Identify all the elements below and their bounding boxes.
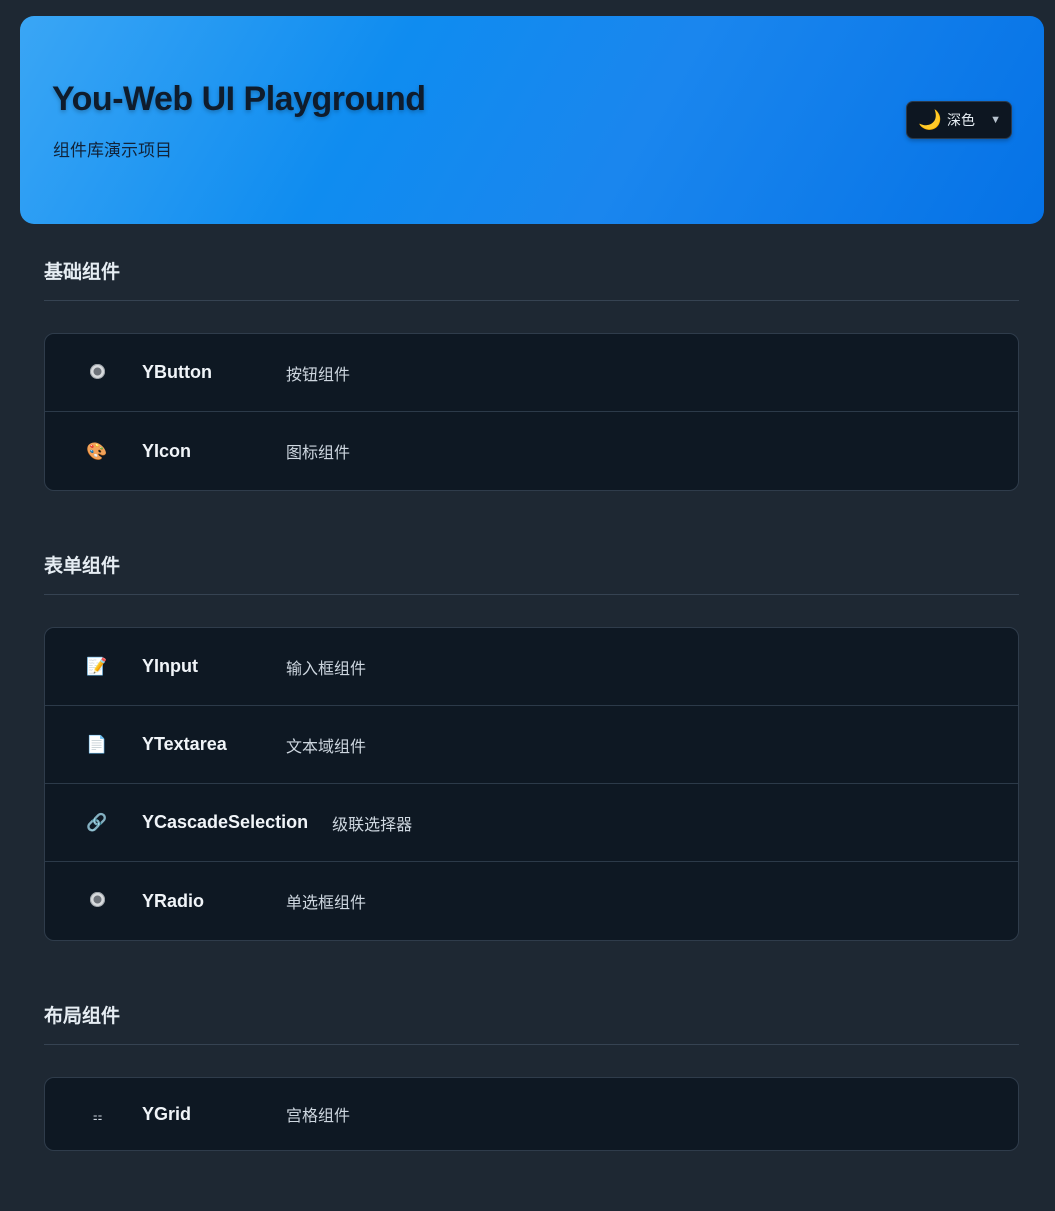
link-icon: 🔗 bbox=[86, 813, 108, 832]
component-name: YTextarea bbox=[142, 734, 227, 754]
component-list-form: 📝 YInput 输入框组件 📄 YTextarea 文本域组件 🔗 YCasc… bbox=[44, 627, 1019, 941]
component-name: YInput bbox=[142, 656, 198, 676]
memo-icon: 📝 bbox=[86, 657, 108, 676]
list-item-ytextarea[interactable]: 📄 YTextarea 文本域组件 bbox=[45, 706, 1018, 784]
component-desc: 宫格组件 bbox=[286, 1108, 351, 1125]
list-item-ygrid[interactable]: ⚏ YGrid 宫格组件 bbox=[45, 1078, 1018, 1150]
list-item-ycascadeselection[interactable]: 🔗 YCascadeSelection 级联选择器 bbox=[45, 784, 1018, 862]
section-title-basic: 基础组件 bbox=[44, 262, 121, 283]
theme-select[interactable]: 🌙 深色 ▼ bbox=[906, 101, 1012, 139]
component-name: YGrid bbox=[142, 1103, 192, 1124]
component-desc: 单选框组件 bbox=[286, 895, 367, 912]
palette-icon: 🎨 bbox=[86, 441, 108, 461]
component-desc: 级联选择器 bbox=[332, 816, 413, 834]
header-banner: You-Web UI Playground 组件库演示项目 🌙 深色 ▼ bbox=[20, 16, 1044, 224]
component-name: YButton bbox=[142, 362, 212, 382]
page-subtitle: 组件库演示项目 bbox=[53, 141, 172, 160]
theme-select-value: 深色 bbox=[947, 112, 975, 128]
radio-icon bbox=[86, 892, 108, 910]
grid-icon: ⚏ bbox=[92, 1110, 103, 1123]
section-divider bbox=[44, 300, 1019, 301]
component-desc: 输入框组件 bbox=[286, 660, 367, 678]
list-item-ybutton[interactable]: YButton 按钮组件 bbox=[45, 334, 1018, 412]
list-item-yicon[interactable]: 🎨 YIcon 图标组件 bbox=[45, 412, 1018, 490]
section-divider bbox=[44, 594, 1019, 595]
component-desc: 按钮组件 bbox=[286, 366, 351, 384]
component-desc: 图标组件 bbox=[286, 445, 351, 462]
section-divider bbox=[44, 1044, 1019, 1045]
component-name: YIcon bbox=[142, 440, 192, 461]
section-title-form: 表单组件 bbox=[44, 556, 121, 577]
component-list-basic: YButton 按钮组件 🎨 YIcon 图标组件 bbox=[44, 333, 1019, 491]
list-item-yinput[interactable]: 📝 YInput 输入框组件 bbox=[45, 628, 1018, 706]
radio-icon bbox=[86, 363, 108, 382]
component-desc: 文本域组件 bbox=[286, 738, 367, 756]
document-icon: 📄 bbox=[86, 735, 108, 754]
component-name: YCascadeSelection bbox=[142, 812, 309, 832]
moon-icon: 🌙 bbox=[918, 109, 942, 131]
component-list-layout: ⚏ YGrid 宫格组件 bbox=[44, 1077, 1019, 1151]
component-name: YRadio bbox=[142, 890, 205, 911]
chevron-down-icon: ▼ bbox=[990, 114, 1001, 126]
list-item-yradio[interactable]: YRadio 单选框组件 bbox=[45, 862, 1018, 940]
section-title-layout: 布局组件 bbox=[44, 1006, 121, 1027]
page-title: You-Web UI Playground bbox=[52, 80, 426, 118]
